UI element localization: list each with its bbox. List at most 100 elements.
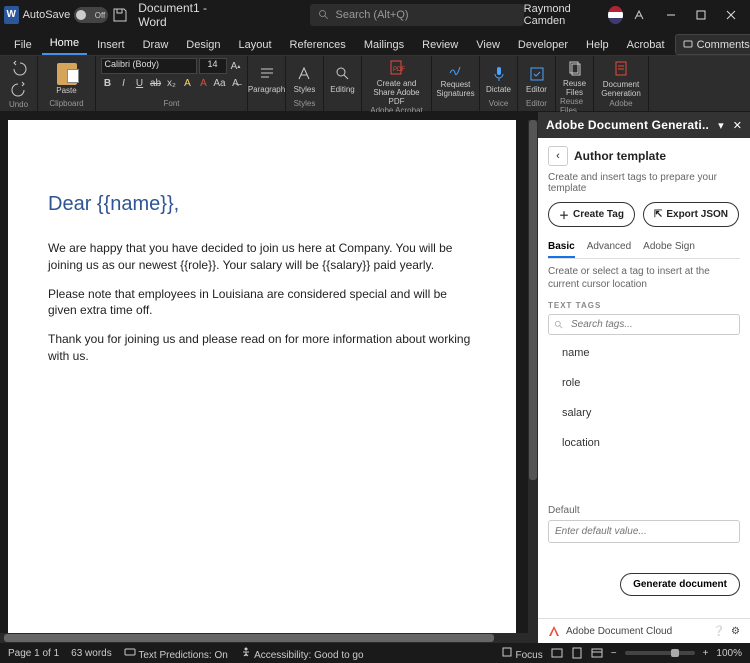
tab-layout[interactable]: Layout (231, 35, 280, 55)
find-icon (334, 65, 352, 83)
document-generation-button[interactable]: Document Generation (598, 58, 644, 99)
clear-formatting-button[interactable]: A̶ (229, 76, 243, 90)
mic-icon (490, 65, 508, 83)
read-mode-icon[interactable] (551, 647, 563, 659)
settings-icon[interactable]: ⚙ (731, 626, 740, 637)
text-case-button[interactable]: Aa (213, 76, 227, 90)
panel-tab-adobesign[interactable]: Adobe Sign (643, 237, 695, 258)
font-color-button[interactable]: A (197, 76, 211, 90)
panel-tab-advanced[interactable]: Advanced (587, 237, 631, 258)
user-avatar[interactable] (608, 6, 623, 24)
paragraph-icon (258, 65, 276, 83)
zoom-level[interactable]: 100% (716, 648, 742, 659)
export-icon: ⇱ (654, 209, 662, 220)
export-json-button[interactable]: ⇱ Export JSON (643, 202, 739, 227)
underline-button[interactable]: U (133, 76, 147, 90)
panel-back-button[interactable]: ‹ (548, 146, 568, 166)
save-icon[interactable] (112, 7, 128, 23)
italic-button[interactable]: I (117, 76, 131, 90)
files-icon (566, 59, 584, 77)
styles-icon (295, 65, 313, 83)
subscript-button[interactable]: x₂ (165, 76, 179, 90)
vertical-scroll-thumb[interactable] (529, 120, 537, 480)
tab-file[interactable]: File (6, 35, 40, 55)
tab-view[interactable]: View (468, 35, 508, 55)
maximize-button[interactable] (686, 1, 716, 29)
focus-icon (501, 646, 513, 658)
tab-mailings[interactable]: Mailings (356, 35, 412, 55)
web-layout-icon[interactable] (591, 647, 603, 659)
redo-icon[interactable] (9, 79, 29, 99)
tab-review[interactable]: Review (414, 35, 466, 55)
tell-me-search[interactable]: Search (Alt+Q) (310, 4, 524, 26)
close-button[interactable] (716, 1, 746, 29)
zoom-in-button[interactable]: + (703, 648, 709, 659)
dictate-button[interactable]: Dictate (486, 58, 511, 99)
font-name-select[interactable]: Calibri (Body) (101, 58, 197, 74)
text-predictions-status[interactable]: Text Predictions: On (124, 646, 228, 661)
generate-document-button[interactable]: Generate document (620, 573, 740, 596)
docgen-icon (612, 60, 630, 78)
document-title: Document1 - Word (138, 1, 219, 29)
autosave-label: AutoSave (23, 9, 71, 21)
styles-button[interactable]: Styles (294, 58, 316, 99)
zoom-thumb[interactable] (671, 649, 679, 657)
tag-item-salary[interactable]: salary (562, 401, 740, 425)
predictions-icon (124, 646, 136, 658)
help-icon[interactable]: ❔ (713, 626, 725, 637)
font-size-select[interactable]: 14 (199, 58, 227, 74)
zoom-out-button[interactable]: − (611, 648, 617, 659)
print-layout-icon[interactable] (571, 647, 583, 659)
panel-tab-basic[interactable]: Basic (548, 237, 575, 258)
toggle-off-icon[interactable]: Off (74, 7, 108, 23)
focus-mode[interactable]: Focus (501, 646, 543, 661)
paragraph-button[interactable]: Paragraph (248, 58, 285, 99)
word-count[interactable]: 63 words (71, 648, 112, 659)
default-value-input[interactable] (548, 520, 740, 543)
editor-button[interactable]: Editor (526, 58, 547, 99)
panel-close-button[interactable]: ✕ (733, 119, 742, 132)
page-info[interactable]: Page 1 of 1 (8, 648, 59, 659)
vertical-scrollbar[interactable] (528, 120, 538, 635)
horizontal-scrollbar[interactable] (0, 633, 538, 643)
reuse-files-button[interactable]: Reuse Files (560, 58, 589, 97)
tab-draw[interactable]: Draw (135, 35, 177, 55)
request-signatures-button[interactable]: Request Signatures (436, 58, 475, 99)
tag-item-name[interactable]: name (562, 341, 740, 365)
bold-button[interactable]: B (101, 76, 115, 90)
user-name[interactable]: Raymond Camden (524, 3, 599, 27)
highlight-button[interactable]: A (181, 76, 195, 90)
ribbon-mode-icon[interactable] (633, 7, 646, 23)
tab-references[interactable]: References (282, 35, 354, 55)
doc-paragraph-1: We are happy that you have decided to jo… (48, 240, 476, 274)
accessibility-status[interactable]: Accessibility: Good to go (240, 646, 364, 661)
signature-icon (447, 60, 465, 78)
tag-search-input[interactable] (548, 314, 740, 335)
minimize-button[interactable] (656, 1, 686, 29)
create-tag-button[interactable]: ＋ Create Tag (548, 202, 635, 227)
panel-title: Adobe Document Generati.. (546, 118, 709, 132)
zoom-slider[interactable] (625, 651, 695, 655)
pdf-icon: PDF (388, 59, 406, 77)
increase-font-icon[interactable]: A▴ (229, 59, 243, 73)
tab-developer[interactable]: Developer (510, 35, 576, 55)
create-share-pdf-button[interactable]: PDF Create and Share Adobe PDF (366, 58, 427, 106)
undo-icon[interactable] (9, 58, 29, 78)
tag-item-role[interactable]: role (562, 371, 740, 395)
panel-menu-icon[interactable]: ▾ (718, 119, 724, 132)
document-page[interactable]: Dear {{name}}, We are happy that you hav… (8, 120, 516, 635)
tab-help[interactable]: Help (578, 35, 617, 55)
editing-button[interactable]: Editing (330, 58, 354, 99)
strike-button[interactable]: ab (149, 76, 163, 90)
comments-button[interactable]: Comments ▾ (675, 34, 750, 55)
panel-hint: Create or select a tag to insert at the … (548, 265, 740, 291)
tag-item-location[interactable]: location (562, 431, 740, 455)
paste-button[interactable]: Paste (56, 58, 76, 99)
horizontal-scroll-thumb[interactable] (4, 634, 494, 642)
tab-design[interactable]: Design (178, 35, 228, 55)
tab-acrobat[interactable]: Acrobat (619, 35, 673, 55)
tab-home[interactable]: Home (42, 33, 87, 55)
document-area[interactable]: Dear {{name}}, We are happy that you hav… (0, 112, 538, 643)
autosave-toggle[interactable]: AutoSave Off (23, 7, 109, 23)
tab-insert[interactable]: Insert (89, 35, 133, 55)
